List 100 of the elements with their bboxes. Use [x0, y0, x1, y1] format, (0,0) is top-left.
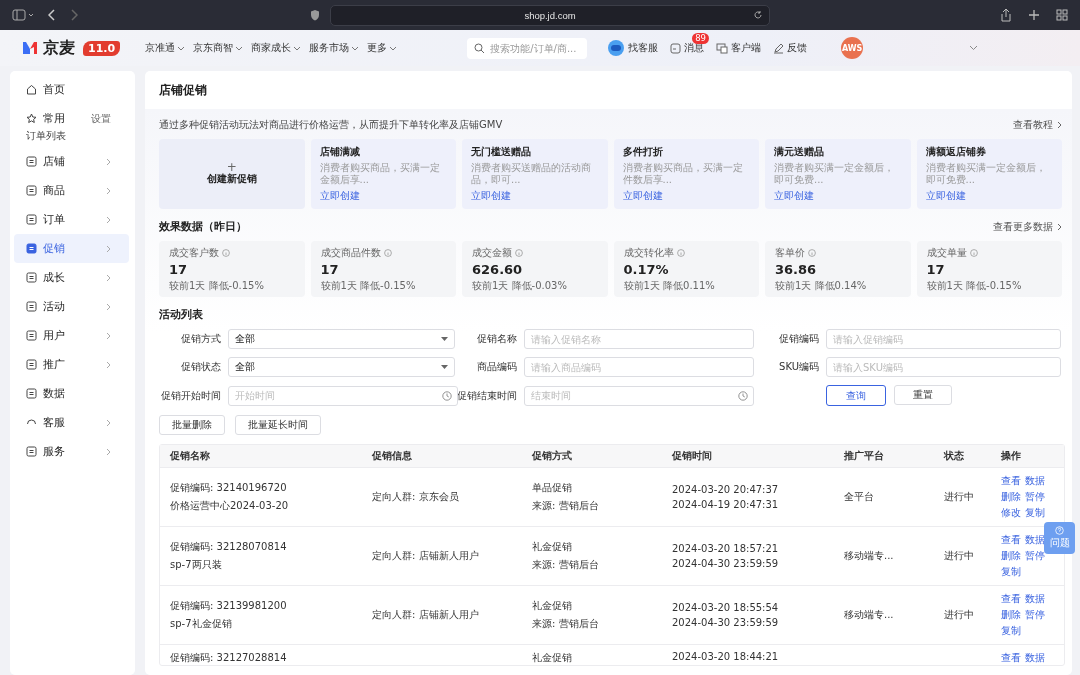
chevron-right-icon — [106, 186, 111, 195]
action-link[interactable]: 数据 — [1025, 474, 1045, 488]
tutorial-link[interactable]: 查看教程 — [1013, 118, 1062, 132]
sidebar-item[interactable]: 订单 — [26, 212, 65, 227]
table-cell-text: 2024-03-20 18:57:21 — [672, 543, 780, 554]
clock-icon — [738, 390, 748, 401]
create-link[interactable]: 立即创建 — [622, 189, 750, 203]
nav-menu[interactable]: 商家成长 — [251, 41, 302, 55]
chevron-down-icon — [293, 45, 302, 51]
action-link[interactable]: 查看 — [1001, 592, 1021, 606]
action-link[interactable]: 查看 — [1001, 651, 1021, 665]
promo-title: 无门槛送赠品 — [471, 145, 532, 159]
chevron-down-icon — [351, 45, 360, 51]
logo-text: 京麦 — [43, 37, 75, 59]
back-icon[interactable] — [48, 9, 56, 21]
sidebar-item[interactable]: 服务 — [26, 444, 65, 459]
filter-label: 促销编码 — [778, 332, 819, 346]
promo-title: 满元送赠品 — [774, 145, 825, 159]
action-link[interactable]: 删除 — [1001, 490, 1021, 504]
action-link[interactable]: 复制 — [1025, 506, 1045, 520]
action-link[interactable]: 暂停 — [1025, 608, 1045, 622]
table-cell-text: 来源: 营销后台 — [532, 499, 600, 513]
action-link[interactable]: 复制 — [1001, 624, 1021, 638]
sidebar-item[interactable]: 常用 — [26, 111, 65, 126]
action-link[interactable]: 查看 — [1001, 533, 1021, 547]
filter-label: 促销结束时间 — [456, 388, 517, 403]
nav-menu[interactable]: 京准通 — [145, 41, 186, 55]
search-field[interactable]: 搜索功能/订单/商... — [467, 37, 588, 59]
input-field[interactable]: 请输入SKU编码 — [826, 357, 1061, 377]
action-link[interactable]: 暂停 — [1025, 549, 1045, 563]
client-button[interactable]: 客户端 — [716, 41, 762, 55]
sidebar-item[interactable]: 活动 — [26, 299, 65, 314]
message-icon — [670, 42, 682, 54]
input-field[interactable]: 请输入促销编码 — [826, 329, 1061, 349]
menu-icon — [26, 359, 37, 370]
nav-menu[interactable]: 京东商智 — [193, 41, 244, 55]
dropdown[interactable]: 全部 — [228, 329, 455, 349]
forward-icon[interactable] — [70, 9, 78, 21]
batch-button[interactable]: 批量删除 — [159, 415, 225, 435]
create-link[interactable]: 立即创建 — [319, 189, 447, 203]
sidebar-item[interactable]: 首页 — [26, 82, 65, 97]
sidebar-item[interactable]: 客服 — [26, 415, 65, 430]
table-cell-text: sp-7两只装 — [170, 558, 223, 572]
date-field[interactable]: 结束时间 — [524, 385, 754, 406]
action-link[interactable]: 查看 — [1001, 474, 1021, 488]
chevron-down-icon[interactable] — [969, 45, 979, 51]
dropdown[interactable]: 全部 — [228, 357, 455, 377]
table-cell-text: 全平台 — [844, 490, 875, 504]
table-cell-text: sp-7礼金促销 — [170, 617, 233, 631]
nav-menu[interactable]: 更多 — [367, 41, 398, 55]
monitor-icon — [716, 42, 729, 54]
clock-icon — [442, 390, 452, 401]
more-data-link[interactable]: 查看更多数据 — [993, 219, 1062, 234]
shield-icon — [310, 9, 320, 21]
service-button[interactable]: 找客服 — [607, 39, 659, 57]
stat-comparison: 较前1天 降低-0.15% — [926, 279, 1023, 293]
shortcut-link[interactable]: 订单列表 — [10, 129, 135, 147]
sidebar-item[interactable]: 推广 — [26, 357, 65, 372]
action-link[interactable]: 数据 — [1025, 651, 1045, 665]
sidebar-icon[interactable] — [12, 9, 34, 21]
batch-button[interactable]: 批量延长时间 — [235, 415, 321, 435]
action-link[interactable]: 暂停 — [1025, 490, 1045, 504]
stat-value: 17 — [320, 262, 340, 277]
table-cell-text: 2024-04-19 20:47:31 — [672, 499, 780, 510]
column-header: 推广平台 — [844, 449, 885, 463]
address-bar[interactable]: shop.jd.com — [330, 4, 770, 26]
create-link[interactable]: 立即创建 — [471, 189, 599, 203]
promo-title: 多件打折 — [622, 145, 664, 159]
table-cell-text: 定向人群: 店铺新人用户 — [372, 549, 480, 563]
date-field[interactable]: 开始时间 — [228, 385, 458, 406]
sidebar-item[interactable]: 成长 — [26, 270, 65, 285]
message-button[interactable]: 消息 — [670, 41, 705, 55]
create-promotion-card[interactable]: + 创建新促销 — [159, 139, 305, 209]
share-icon[interactable] — [1000, 8, 1012, 22]
create-link[interactable]: 立即创建 — [774, 189, 902, 203]
tabs-icon[interactable] — [1056, 9, 1068, 21]
reset-button[interactable]: 重置 — [894, 385, 952, 405]
reload-icon[interactable] — [753, 9, 763, 20]
feedback-button[interactable]: 反馈 — [773, 41, 808, 55]
sidebar-item[interactable]: 数据 — [26, 386, 65, 401]
create-link[interactable]: 立即创建 — [925, 189, 1053, 203]
sidebar-item[interactable]: 用户 — [26, 328, 65, 343]
action-link[interactable]: 数据 — [1025, 592, 1045, 606]
action-link[interactable]: 数据 — [1025, 533, 1045, 547]
sidebar-item[interactable]: 店铺 — [26, 154, 65, 169]
sidebar-item[interactable]: 商品 — [26, 183, 65, 198]
status-text: 进行中 — [944, 490, 975, 504]
sidebar-item[interactable]: 促销 — [26, 241, 65, 256]
table-cell-text: 2024-03-20 18:44:21 — [672, 651, 780, 662]
table-cell-text: 价格运营中心2024-03-20 — [170, 499, 290, 513]
action-link[interactable]: 删除 — [1001, 549, 1021, 563]
stat-label: 成交金额 — [472, 246, 512, 260]
action-link[interactable]: 修改 — [1001, 506, 1021, 520]
nav-menu[interactable]: 服务市场 — [309, 41, 360, 55]
input-field[interactable]: 请输入促销名称 — [524, 329, 754, 349]
action-link[interactable]: 删除 — [1001, 608, 1021, 622]
action-link[interactable]: 复制 — [1001, 565, 1021, 579]
plus-icon[interactable] — [1028, 9, 1040, 21]
query-button[interactable]: 查询 — [826, 385, 886, 406]
settings-link[interactable]: 设置 — [91, 111, 111, 126]
